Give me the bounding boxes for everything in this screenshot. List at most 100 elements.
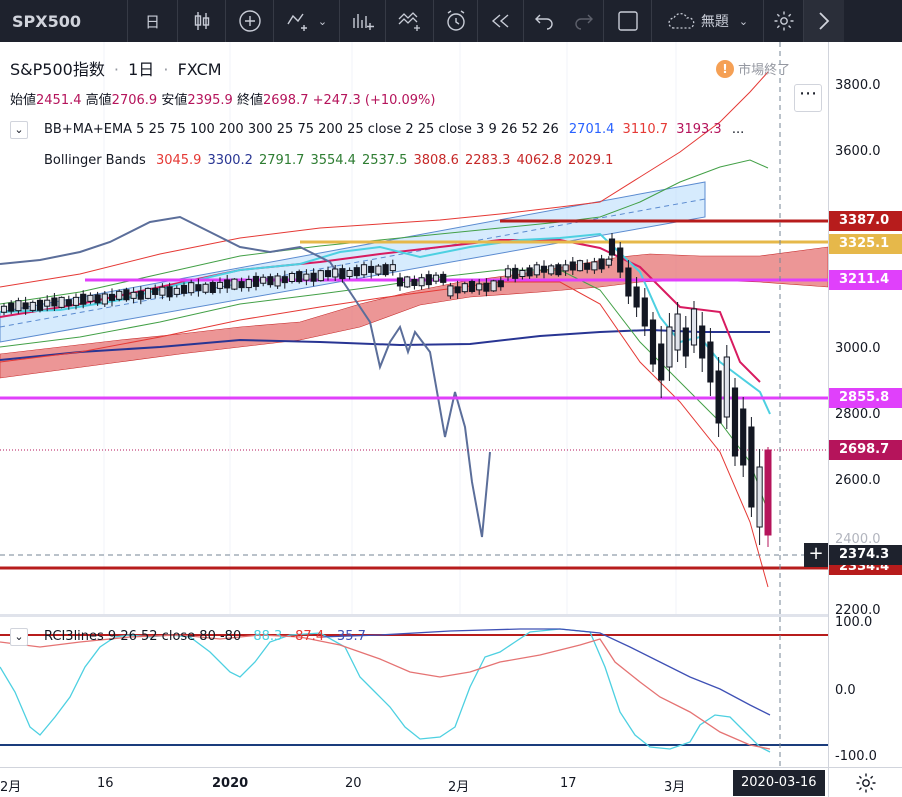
candle-down: [731, 387, 739, 457]
candle-up: [144, 287, 152, 299]
candle-up: [202, 283, 209, 293]
candle-down: [267, 276, 274, 286]
time-label: 2月: [0, 780, 22, 795]
candle-up: [461, 283, 468, 293]
more-options-button[interactable]: ⋯: [794, 84, 822, 112]
more-indicator[interactable]: ...: [732, 122, 744, 137]
candle-down: [80, 293, 87, 305]
indicator-value: 88.3: [253, 629, 283, 644]
financials-button[interactable]: [340, 0, 386, 42]
templates-button[interactable]: [386, 0, 434, 42]
close-label: 終値: [236, 93, 263, 108]
candle-down: [715, 370, 722, 424]
rci-pane[interactable]: ⌄ RCI3lines 9 26 52 close 80 -80 88.3 -8…: [0, 617, 828, 767]
undo-icon: [535, 14, 553, 30]
layout-button[interactable]: 無題 ⌄: [652, 0, 764, 42]
candle-down: [94, 294, 101, 304]
indicator-value: 3045.9: [155, 153, 202, 168]
candle-down: [526, 267, 533, 277]
axis-corner[interactable]: [828, 767, 902, 797]
bar-chart-plus-icon: [352, 14, 374, 30]
candle-down: [633, 286, 640, 308]
candle-down: [641, 297, 648, 327]
ohlc-legend: 始値2451.4 高値2706.9 安値2395.9 終値2698.7 +247…: [10, 89, 435, 108]
alert-button[interactable]: [434, 0, 478, 42]
toggle-right-panel-button[interactable]: [804, 0, 844, 42]
candle-up: [404, 276, 411, 288]
indicator-value: 2701.4: [568, 122, 615, 137]
indicator-name: RCI3lines 9 26 52 close 80 -80: [44, 629, 242, 644]
candle-down: [555, 264, 562, 276]
candle-down: [152, 287, 159, 295]
main-chart-pane[interactable]: S&P500指数 · 1日 · FXCM 始値2451.4 高値2706.9 安…: [0, 42, 828, 614]
candle-down: [682, 327, 689, 357]
ellipsis-icon: ⋯: [799, 83, 817, 104]
candle-down: [252, 275, 260, 287]
candle-down: [123, 289, 130, 301]
open-label: 始値: [10, 93, 37, 108]
chevron-down-icon: ⌄: [14, 630, 24, 643]
time-axis[interactable]: 2月 16 2020 20 2月 17 3月 2020-03-16: [0, 767, 828, 797]
price-label: 3000.0: [835, 341, 881, 356]
open-value: 2451.4: [36, 93, 82, 108]
candle-up: [303, 273, 310, 281]
candle-down: [137, 290, 144, 300]
indicator-name: BB+MA+EMA 5 25 75 100 200 300 25 75 200 …: [44, 122, 559, 137]
indicator-value: 2537.5: [361, 153, 408, 168]
candle-down: [425, 274, 432, 286]
bollinger-legend[interactable]: Bollinger Bands 3045.9 3300.2 2791.7 3554.4…: [44, 153, 613, 168]
candle-down: [368, 265, 375, 273]
candle-down: [22, 302, 29, 310]
rci-collapse-button[interactable]: ⌄: [10, 628, 28, 646]
candle-up: [533, 264, 540, 276]
separator-dot: ·: [163, 60, 169, 79]
rci-axis-label: 100.0: [835, 615, 873, 630]
price-axis[interactable]: 3800.0 3600.0 3000.0 2800.0 2600.0 2400.…: [828, 42, 902, 767]
indicator-value: 3808.6: [413, 153, 459, 168]
price-tag-3211: 3211.4: [829, 270, 902, 290]
candle-down: [224, 279, 231, 289]
top-toolbar: SPX500 日 ⌄ 無題 ⌄: [0, 0, 902, 42]
interval-label: 日: [144, 12, 160, 31]
last-price-tag: 2698.7: [829, 440, 902, 460]
fullscreen-button[interactable]: [604, 0, 652, 42]
compare-button[interactable]: [226, 0, 274, 42]
warning-icon: !: [716, 59, 734, 78]
bb-ma-ema-legend[interactable]: BB+MA+EMA 5 25 75 100 200 300 25 75 200 …: [44, 122, 744, 137]
candle-down: [497, 280, 504, 288]
candle-up: [260, 276, 267, 284]
indicator-value: -87.4: [290, 629, 325, 644]
candle-down: [324, 270, 332, 278]
symbol-search-button[interactable]: SPX500: [0, 0, 128, 42]
price-label: 3800.0: [835, 78, 881, 93]
candle-down: [512, 267, 519, 279]
candle-down: [483, 282, 490, 292]
candle-up: [0, 305, 8, 313]
price-label: 2600.0: [835, 473, 881, 488]
indicators-button[interactable]: ⌄: [274, 0, 340, 42]
price-tag-2855: 2855.8: [829, 388, 902, 408]
redo-button[interactable]: [564, 0, 604, 42]
interval-button[interactable]: 日: [128, 0, 178, 42]
add-order-plus-icon[interactable]: +: [804, 543, 828, 567]
time-label: 16: [97, 776, 114, 791]
candle-down: [238, 281, 245, 289]
candle-down: [649, 319, 657, 365]
settings-button[interactable]: [764, 0, 804, 42]
candle-up: [432, 274, 440, 282]
legend-collapse-button[interactable]: ⌄: [10, 121, 28, 139]
candle-up: [490, 280, 497, 292]
chevron-down-icon: ⌄: [14, 123, 24, 136]
candle-up: [447, 285, 454, 297]
time-label: 17: [560, 776, 577, 791]
indicator-value: 3193.3: [676, 122, 722, 137]
replay-button[interactable]: [478, 0, 524, 42]
undo-button[interactable]: [524, 0, 564, 42]
market-status[interactable]: ! 市場終了: [716, 59, 790, 78]
rci-legend[interactable]: RCI3lines 9 26 52 close 80 -80 88.3 -87.…: [44, 629, 366, 644]
candle-up: [274, 275, 281, 287]
chart-type-button[interactable]: [178, 0, 226, 42]
candle-up: [576, 260, 584, 272]
candle-up: [562, 264, 569, 272]
candle-down: [625, 267, 632, 297]
